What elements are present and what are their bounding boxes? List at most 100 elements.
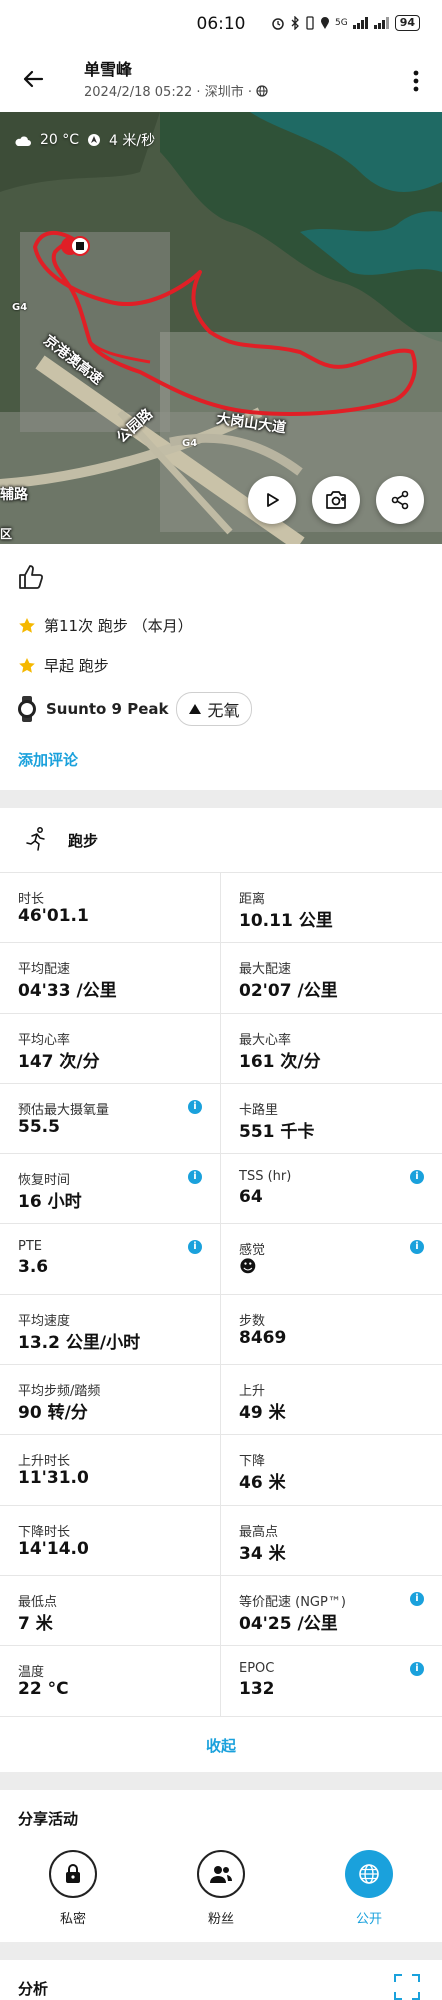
stat-value: 13.2 公里/小时 bbox=[18, 1332, 141, 1353]
stat-value: 90 转/分 bbox=[18, 1403, 88, 1424]
share-option-followers[interactable]: 粉丝 bbox=[161, 1850, 281, 1927]
star-icon bbox=[19, 657, 35, 673]
triangle-up-icon bbox=[189, 704, 202, 714]
info-icon[interactable]: i bbox=[410, 1591, 424, 1606]
share-option-private[interactable]: 私密 bbox=[13, 1850, 133, 1927]
achievement-text: 早起 跑步 bbox=[44, 657, 109, 675]
info-icon[interactable]: i bbox=[410, 1662, 424, 1677]
stats-row: 时长 46'01.1 距离 10.11 公里 bbox=[0, 873, 442, 944]
stat-value: 64 bbox=[239, 1187, 263, 1208]
share-option-circle bbox=[197, 1850, 245, 1898]
stat-label: 恢复时间 bbox=[18, 1173, 71, 1189]
share-option-public[interactable]: 公开 bbox=[309, 1850, 429, 1927]
device-name: Suunto 9 Peak bbox=[46, 700, 169, 718]
info-icon[interactable]: i bbox=[188, 1170, 202, 1185]
info-icon[interactable]: i bbox=[188, 1240, 202, 1255]
stat-value: 7 米 bbox=[18, 1613, 53, 1634]
stat-cell: PTE 3.6 i bbox=[0, 1224, 221, 1294]
analysis-section-title: 分析 bbox=[18, 1980, 49, 1998]
stat-cell: 最大心率 161 次/分 bbox=[221, 1014, 442, 1083]
stat-label: 卡路里 bbox=[239, 1102, 279, 1118]
stat-value: 46'01.1 bbox=[18, 906, 89, 926]
stat-value: 161 次/分 bbox=[239, 1051, 321, 1072]
stat-label: 预估最大摄氧量 bbox=[18, 1102, 110, 1118]
stat-label: 平均速度 bbox=[18, 1313, 71, 1329]
back-arrow-icon[interactable] bbox=[18, 64, 48, 94]
camera-plus-icon bbox=[326, 491, 346, 509]
stat-value: 34 米 bbox=[239, 1543, 286, 1564]
user-name[interactable]: 单雪峰 bbox=[84, 56, 132, 80]
add-photo-button[interactable] bbox=[312, 476, 360, 524]
achievement-item: 第11次 跑步 （本月） bbox=[18, 615, 193, 636]
route-track bbox=[33, 231, 417, 416]
stat-value: 8469 bbox=[239, 1327, 287, 1348]
sport-type-label: 跑步 bbox=[68, 832, 99, 850]
play-icon bbox=[267, 493, 279, 507]
stats-row: 平均步频/踏频 90 转/分 上升 49 米 bbox=[0, 1365, 442, 1436]
stat-cell: 步数 8469 bbox=[221, 1295, 442, 1364]
stats-row: 恢复时间 16 小时 i TSS (hr) 64 i bbox=[0, 1154, 442, 1225]
stat-value: 16 小时 bbox=[18, 1192, 82, 1213]
stat-label: 最大心率 bbox=[239, 1032, 292, 1048]
stat-value: 132 bbox=[239, 1679, 275, 1700]
stat-label: 距离 bbox=[239, 892, 266, 907]
highway-badge: G4 bbox=[12, 302, 28, 313]
stat-cell: 平均步频/踏频 90 转/分 bbox=[0, 1365, 221, 1435]
expand-fullscreen-icon[interactable] bbox=[394, 1974, 420, 2000]
collapse-button[interactable]: 收起 bbox=[0, 1720, 442, 1772]
stats-row: 最低点 7 米 等价配速 (NGP™) 04'25 /公里 i bbox=[0, 1575, 442, 1647]
running-icon bbox=[26, 827, 45, 851]
meta-separator: · bbox=[196, 85, 201, 100]
alarm-icon bbox=[272, 18, 284, 30]
stat-value: 10.11 公里 bbox=[239, 911, 333, 931]
training-zone-label: 无氧 bbox=[207, 701, 240, 720]
stat-cell: 最大配速 02'07 /公里 bbox=[221, 943, 442, 1012]
activity-location: 深圳市 bbox=[204, 85, 244, 100]
stat-label: TSS (hr) bbox=[239, 1169, 292, 1185]
activity-meta: 2024/2/18 05:22 · 深圳市 · bbox=[84, 81, 268, 100]
more-options-icon[interactable] bbox=[406, 66, 426, 96]
stats-row: PTE 3.6 i 感觉 ☻ i bbox=[0, 1224, 442, 1295]
stat-value: 22 °C bbox=[18, 1679, 69, 1700]
network-5g-label: 5G bbox=[334, 18, 348, 28]
info-icon[interactable]: i bbox=[410, 1240, 424, 1255]
signal-2-icon bbox=[373, 17, 389, 29]
stat-value: 55.5 bbox=[18, 1116, 60, 1137]
stat-label: PTE bbox=[18, 1239, 42, 1255]
stat-cell: 上升时长 11'31.0 bbox=[0, 1435, 221, 1505]
stats-row: 温度 22 °C EPOC 132 i bbox=[0, 1646, 442, 1717]
info-icon[interactable]: i bbox=[188, 1099, 202, 1114]
signal-icon bbox=[352, 17, 368, 29]
temperature-label: 20 °C bbox=[40, 132, 80, 148]
stat-label: 上升 bbox=[239, 1384, 266, 1400]
location-icon bbox=[320, 17, 329, 29]
play-route-button[interactable] bbox=[248, 476, 296, 524]
meta-separator-2: · bbox=[247, 85, 252, 100]
stat-value: 04'33 /公里 bbox=[18, 981, 117, 1002]
stat-cell: 平均配速 04'33 /公里 bbox=[0, 943, 221, 1013]
section-divider bbox=[0, 1942, 442, 1960]
stat-cell: 等价配速 (NGP™) 04'25 /公里 i bbox=[221, 1576, 442, 1645]
share-route-button[interactable] bbox=[376, 476, 424, 524]
add-comment-link[interactable]: 添加评论 bbox=[18, 749, 78, 770]
stat-cell: 温度 22 °C bbox=[0, 1646, 221, 1716]
stat-cell: 恢复时间 16 小时 i bbox=[0, 1154, 221, 1224]
like-thumb-icon[interactable] bbox=[16, 562, 46, 592]
training-zone-chip[interactable]: 无氧 bbox=[176, 692, 253, 726]
stat-value: 551 千卡 bbox=[239, 1121, 315, 1142]
vibrate-icon bbox=[306, 16, 314, 30]
activity-datetime: 2024/2/18 05:22 bbox=[84, 85, 193, 100]
section-divider bbox=[0, 1772, 442, 1790]
stats-row: 预估最大摄氧量 55.5 i 卡路里 551 千卡 bbox=[0, 1083, 442, 1155]
stat-value: ☻ bbox=[239, 1257, 257, 1278]
followers-icon bbox=[210, 1866, 232, 1883]
route-map[interactable]: 20 °C 4 米/秒 G4 G4 京港澳高速 公园路 大岗山大道 辅路 区 bbox=[0, 112, 442, 544]
stat-label: 平均心率 bbox=[18, 1032, 71, 1048]
info-icon[interactable]: i bbox=[410, 1170, 424, 1185]
stat-label: 最大配速 bbox=[239, 962, 292, 978]
stat-label: 步数 bbox=[239, 1313, 266, 1329]
globe-icon bbox=[359, 1864, 379, 1884]
highway-badge-2: G4 bbox=[182, 438, 198, 449]
road-label-district: 区 bbox=[0, 527, 13, 541]
stat-cell: 预估最大摄氧量 55.5 i bbox=[0, 1083, 221, 1154]
